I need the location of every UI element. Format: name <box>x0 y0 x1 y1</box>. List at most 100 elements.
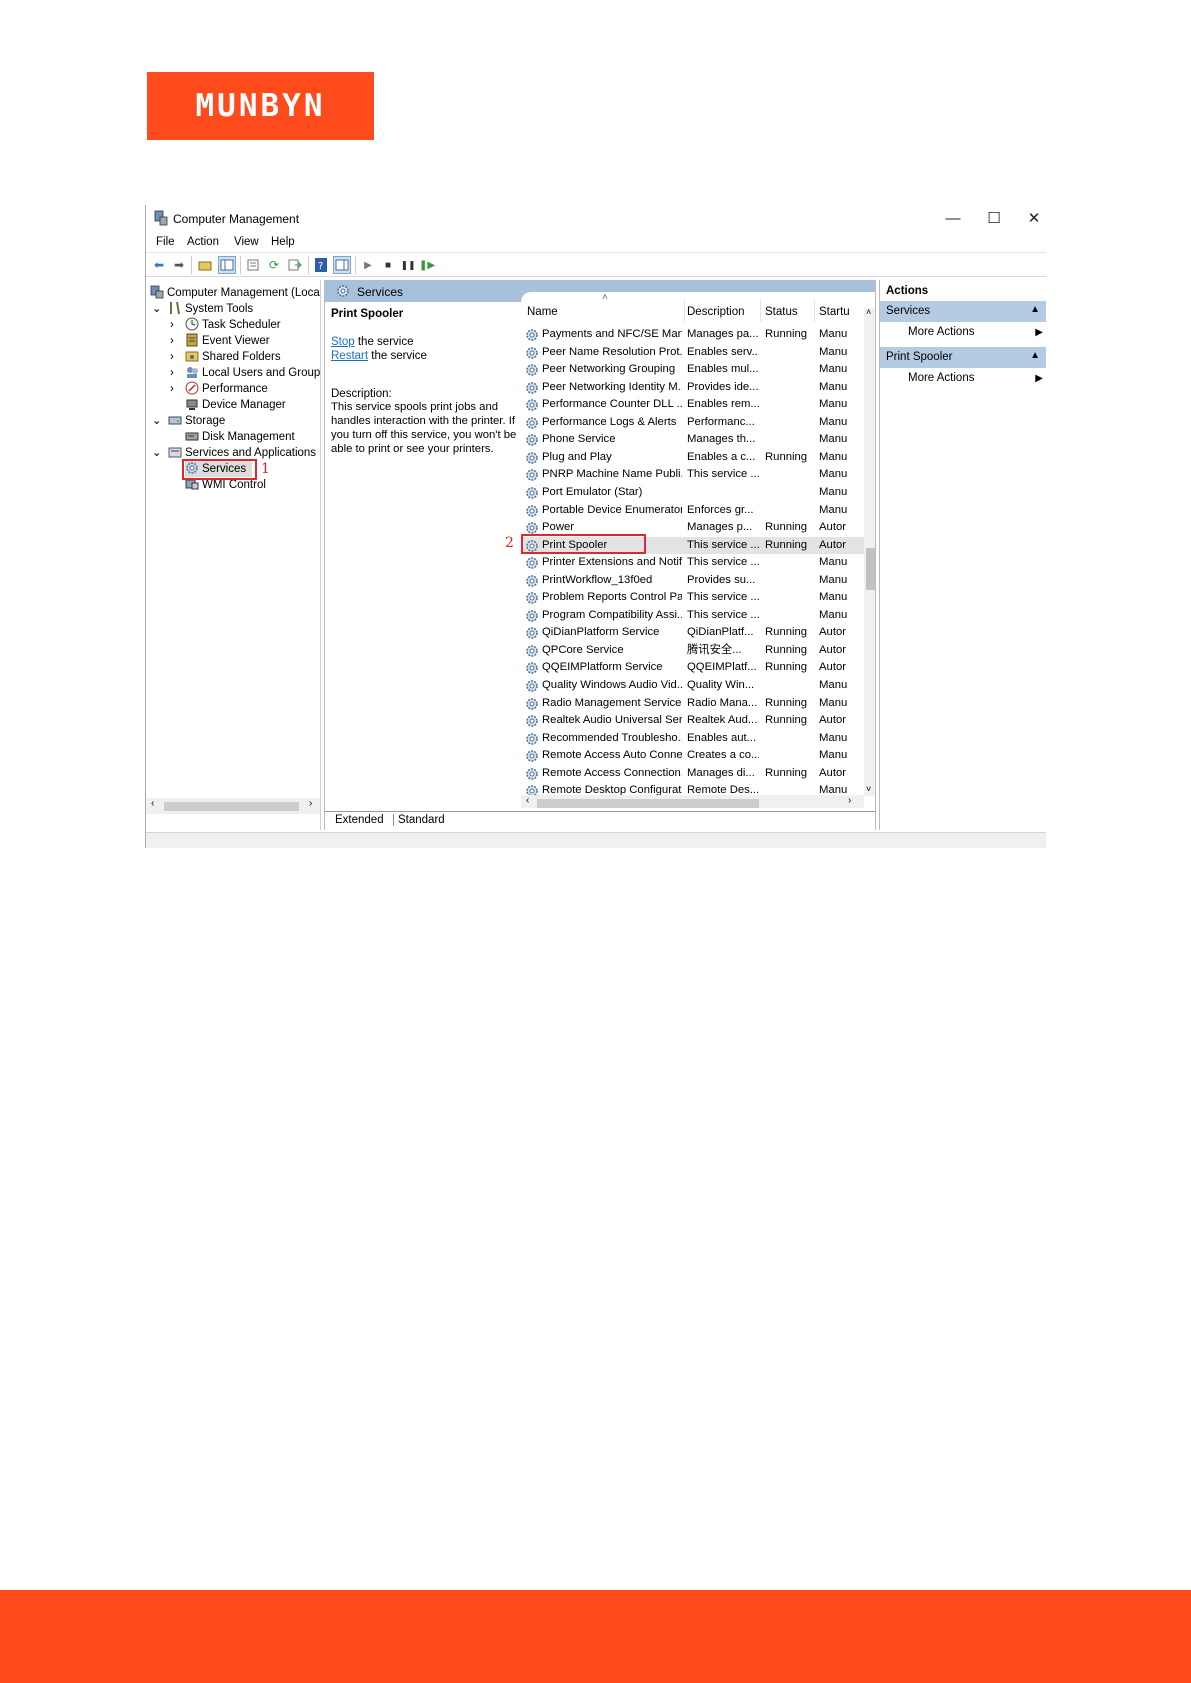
forward-icon[interactable]: ➡ <box>170 256 188 274</box>
service-row[interactable]: Printer Extensions and Notif... This serv… <box>521 554 866 572</box>
tree-label: Device Manager <box>202 399 286 411</box>
up-folder-icon[interactable] <box>196 256 214 274</box>
scrollbar-thumb[interactable] <box>164 802 299 811</box>
menu-action[interactable]: Action <box>187 236 219 248</box>
service-row[interactable]: QPCore Service 腾讯安全... Running Autor <box>521 642 866 660</box>
pause-icon[interactable]: ❚❚ <box>399 256 417 274</box>
actions-section-services[interactable]: Services ▲ <box>880 301 1046 322</box>
restart-service-link[interactable]: Restart <box>331 350 368 362</box>
column-divider[interactable] <box>684 300 685 322</box>
show-hide-action-pane-icon[interactable] <box>333 256 351 274</box>
toolbar-separator <box>355 256 356 274</box>
expanded-chevron-icon[interactable]: ⌄ <box>152 301 162 317</box>
service-row[interactable]: Program Compatibility Assi... This servic… <box>521 607 866 625</box>
maximize-icon[interactable]: ☐ <box>980 208 1008 230</box>
tree-item-performance[interactable]: Performance <box>185 381 268 397</box>
column-header-description[interactable]: Description <box>687 306 745 318</box>
service-row[interactable]: Realtek Audio Universal Ser... Realtek Au… <box>521 712 866 730</box>
back-icon[interactable]: ⬅ <box>150 256 168 274</box>
tree-item-disk-management[interactable]: Disk Management <box>185 429 295 445</box>
tab-extended[interactable]: Extended <box>335 814 384 826</box>
collapsed-chevron-icon[interactable]: › <box>170 349 174 365</box>
menu-view[interactable]: View <box>234 236 259 248</box>
collapsed-chevron-icon[interactable]: › <box>170 365 174 381</box>
column-header-status[interactable]: Status <box>765 306 798 318</box>
service-row[interactable]: Peer Networking Grouping Enables mul... Ma… <box>521 361 866 379</box>
stop-service-line: Stop the service <box>331 336 413 348</box>
tree-label: Shared Folders <box>202 351 281 363</box>
collapsed-chevron-icon[interactable]: › <box>170 333 174 349</box>
refresh-icon[interactable]: ⟳ <box>265 256 283 274</box>
scroll-right-icon[interactable]: › <box>848 795 851 806</box>
service-status: Running <box>765 538 808 551</box>
service-row[interactable]: Phone Service Manages th... Manu <box>521 431 866 449</box>
scroll-right-icon[interactable]: › <box>309 798 312 809</box>
tree-horizontal-scrollbar[interactable]: ‹ › <box>146 798 320 814</box>
scroll-down-icon[interactable]: ˅ <box>866 784 871 794</box>
service-row[interactable]: Problem Reports Control Pa... This servic… <box>521 589 866 607</box>
column-header-name[interactable]: Name <box>527 306 558 318</box>
service-row[interactable]: Plug and Play Enables a c... Running Manu <box>521 449 866 467</box>
annotation-box-services <box>182 459 257 480</box>
show-hide-tree-icon[interactable] <box>218 256 236 274</box>
service-row[interactable]: Recommended Troublesho... Enables aut... M… <box>521 730 866 748</box>
more-actions-print-spooler[interactable]: More Actions <box>908 372 974 384</box>
service-row[interactable]: Remote Access Connection... Manages di...… <box>521 765 866 783</box>
services-vertical-scrollbar[interactable]: ˄ ˅ <box>864 307 875 796</box>
menu-help[interactable]: Help <box>271 236 295 248</box>
service-row[interactable]: Peer Networking Identity M... Provides id… <box>521 379 866 397</box>
tree-item-task-scheduler[interactable]: Task Scheduler <box>185 317 281 333</box>
service-row[interactable]: Performance Logs & Alerts Performanc... Ma… <box>521 414 866 432</box>
play-icon[interactable]: ▶ <box>359 256 377 274</box>
collapse-triangle-icon[interactable]: ▲ <box>1030 304 1040 315</box>
service-row[interactable]: Port Emulator (Star) Manu <box>521 484 866 502</box>
collapsed-chevron-icon[interactable]: › <box>170 317 174 333</box>
gear-icon <box>526 662 538 675</box>
expanded-chevron-icon[interactable]: ⌄ <box>152 413 162 429</box>
column-divider[interactable] <box>760 300 761 322</box>
collapsed-chevron-icon[interactable]: › <box>170 381 174 397</box>
service-row[interactable]: PrintWorkflow_13f0ed Provides su... Manu <box>521 572 866 590</box>
stop-icon[interactable]: ■ <box>379 256 397 274</box>
tree-item-shared-folders[interactable]: Shared Folders <box>185 349 281 365</box>
properties-icon[interactable] <box>244 256 262 274</box>
tree-item-local-users-groups[interactable]: Local Users and Groups <box>185 365 320 381</box>
collapse-triangle-icon[interactable]: ▲ <box>1030 350 1040 361</box>
scrollbar-thumb[interactable] <box>866 548 875 590</box>
menu-file[interactable]: File <box>156 236 175 248</box>
close-icon[interactable]: ✕ <box>1020 208 1046 230</box>
resume-icon[interactable]: ❚▶ <box>418 256 436 274</box>
export-icon[interactable] <box>286 256 304 274</box>
service-row[interactable]: Quality Windows Audio Vid... Quality Win.… <box>521 677 866 695</box>
service-row[interactable]: Payments and NFC/SE Man... Manages pa... R… <box>521 326 866 344</box>
tab-standard[interactable]: Standard <box>393 814 445 826</box>
services-header-label: Services <box>357 285 404 299</box>
scroll-left-icon[interactable]: ‹ <box>526 795 529 806</box>
service-row[interactable]: QiDianPlatform Service QiDianPlatf... Runn… <box>521 624 866 642</box>
service-row[interactable]: Radio Management Service Radio Mana... Run… <box>521 695 866 713</box>
tree-item-device-manager[interactable]: Device Manager <box>185 397 286 413</box>
services-horizontal-scrollbar[interactable]: ‹ › <box>521 795 864 808</box>
minimize-icon[interactable]: — <box>939 208 967 230</box>
service-row[interactable]: QQEIMPlatform Service QQEIMPlatf... Runnin… <box>521 659 866 677</box>
more-actions-services[interactable]: More Actions <box>908 326 974 338</box>
help-icon[interactable]: ? <box>312 256 330 274</box>
service-row[interactable]: Performance Counter DLL ... Enables rem..… <box>521 396 866 414</box>
tree-item-computer-management[interactable]: Computer Management (Local <box>150 285 320 301</box>
tree-item-event-viewer[interactable]: Event Viewer <box>185 333 270 349</box>
service-row[interactable]: Portable Device Enumerator... Enforces gr… <box>521 502 866 520</box>
actions-section-print-spooler[interactable]: Print Spooler ▲ <box>880 347 1046 368</box>
tree-item-storage[interactable]: Storage <box>168 413 225 429</box>
scrollbar-thumb[interactable] <box>537 799 759 808</box>
service-row[interactable]: Remote Access Auto Conne... Creates a co.… <box>521 747 866 765</box>
stop-service-link[interactable]: Stop <box>331 336 355 348</box>
column-divider[interactable] <box>814 300 815 322</box>
tree-label: Storage <box>185 415 226 427</box>
column-header-startup[interactable]: Startu <box>819 306 850 318</box>
service-row[interactable]: Peer Name Resolution Prot... Enables serv… <box>521 344 866 362</box>
service-row[interactable]: PNRP Machine Name Publi... This service .… <box>521 466 866 484</box>
expanded-chevron-icon[interactable]: ⌄ <box>152 445 162 461</box>
tree-item-system-tools[interactable]: System Tools <box>168 301 253 317</box>
scroll-left-icon[interactable]: ‹ <box>151 798 154 809</box>
scroll-up-icon[interactable]: ˄ <box>866 307 871 317</box>
